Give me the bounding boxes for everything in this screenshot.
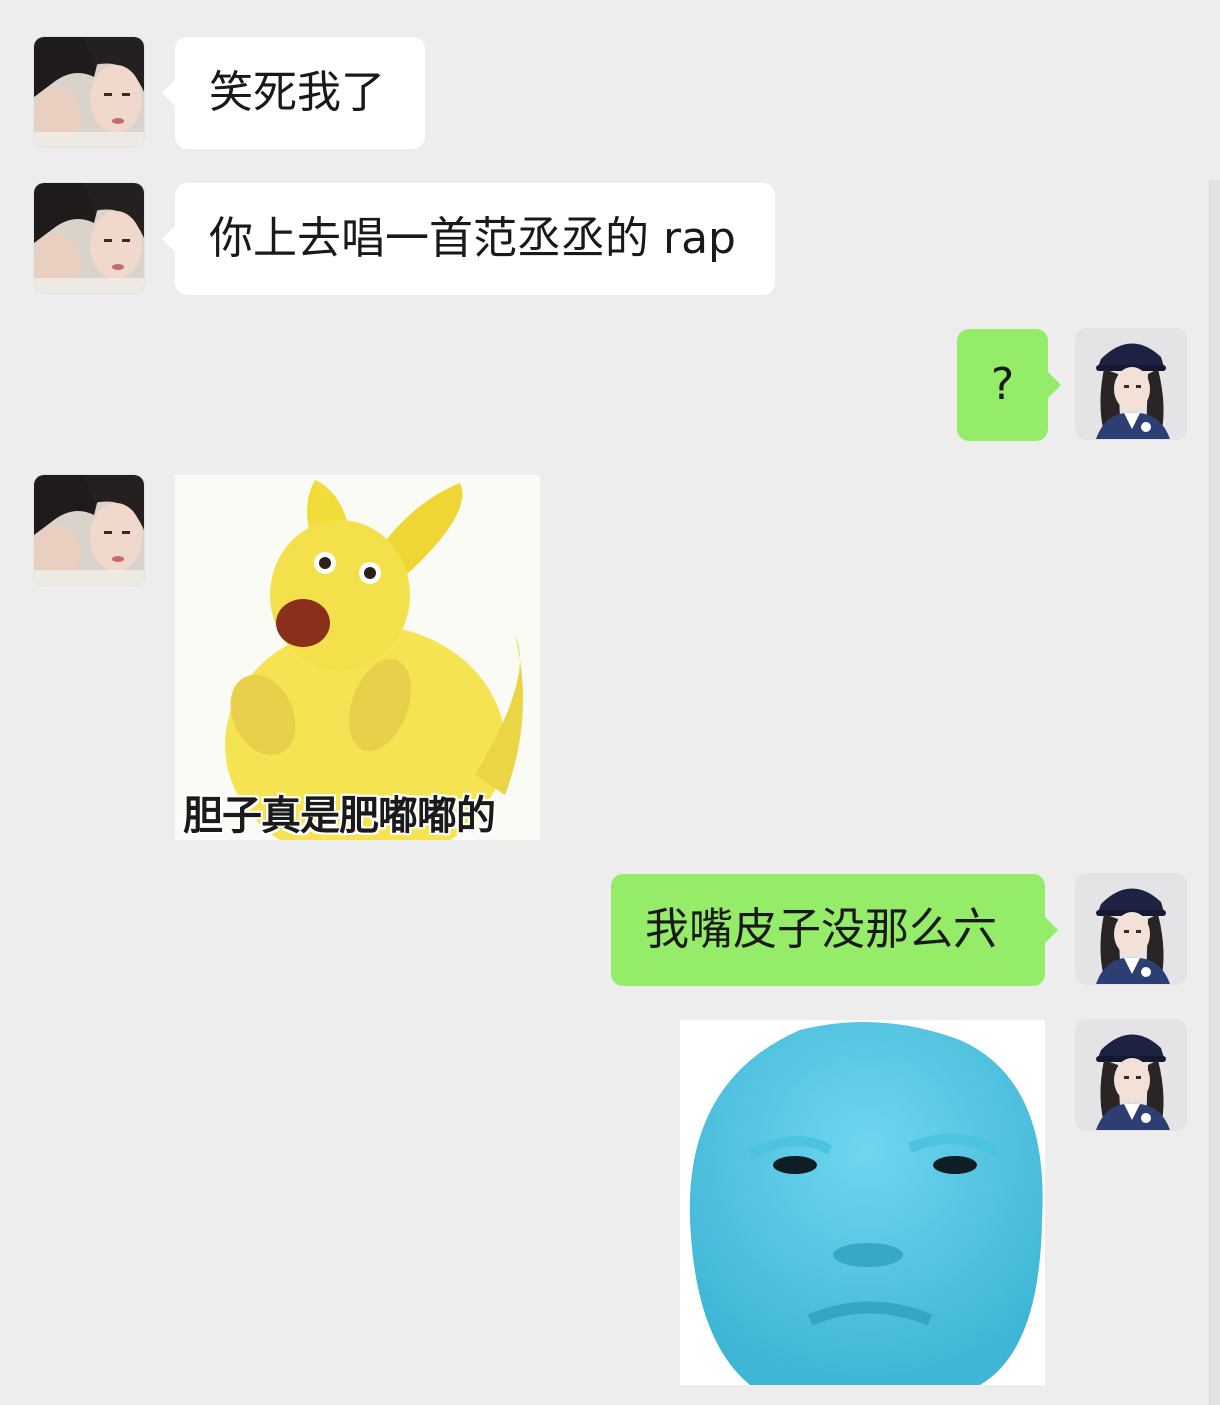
- blue-face-sticker[interactable]: [680, 1020, 1045, 1385]
- outgoing-message-bubble[interactable]: ?: [957, 329, 1061, 441]
- outgoing-message-bubble[interactable]: 我嘴皮子没那么六: [611, 874, 1058, 986]
- scrollbar[interactable]: [1209, 180, 1220, 1405]
- contact-avatar[interactable]: [34, 37, 144, 147]
- incoming-message-bubble[interactable]: 你上去唱一首范丞丞的 rap: [162, 183, 775, 295]
- my-avatar[interactable]: [1076, 1020, 1186, 1130]
- my-avatar[interactable]: [1076, 329, 1186, 439]
- yellow-kangaroo-sticker[interactable]: 胆子真是肥嘟嘟的: [175, 475, 540, 840]
- contact-avatar[interactable]: [34, 183, 144, 293]
- message-text: ?: [990, 359, 1015, 410]
- message-text: 你上去唱一首范丞丞的 rap: [209, 213, 736, 264]
- message-text: 笑死我了: [209, 67, 385, 118]
- my-avatar[interactable]: [1076, 874, 1186, 984]
- sticker-caption: 胆子真是肥嘟嘟的: [183, 793, 496, 839]
- message-text: 我嘴皮子没那么六: [645, 904, 997, 955]
- contact-avatar[interactable]: [34, 475, 144, 585]
- incoming-message-bubble[interactable]: 笑死我了: [162, 37, 425, 149]
